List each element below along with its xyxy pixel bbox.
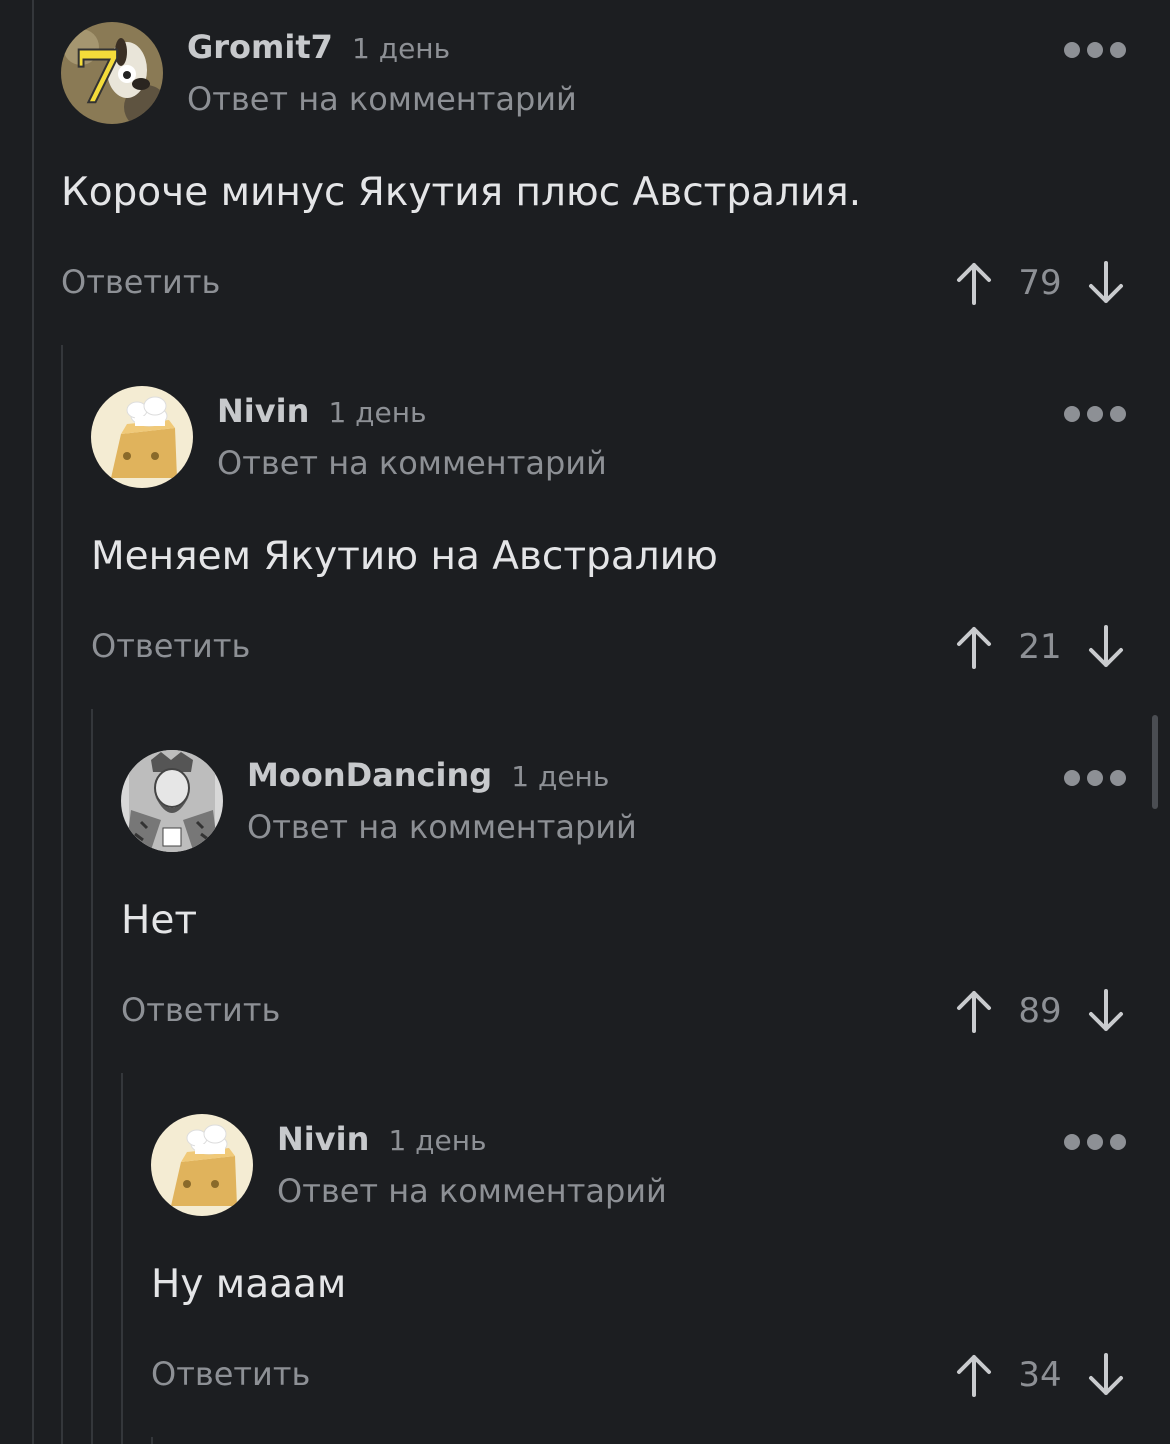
upvote-arrow-icon[interactable] <box>954 623 994 671</box>
more-options-icon[interactable] <box>1064 42 1126 58</box>
avatar[interactable] <box>151 1114 253 1216</box>
timestamp: 1 день <box>511 760 610 793</box>
vote-score: 89 <box>1018 991 1062 1031</box>
vote-controls: 21 <box>954 623 1126 671</box>
cheese-chef-avatar-icon <box>151 1114 253 1216</box>
reply-to-link[interactable]: Ответ на комментарий <box>217 444 607 482</box>
reply-button[interactable]: Ответить <box>121 991 280 1029</box>
reply-to-link[interactable]: Ответ на комментарий <box>277 1172 667 1210</box>
upvote-arrow-icon[interactable] <box>954 1351 994 1399</box>
downvote-arrow-icon[interactable] <box>1086 259 1126 307</box>
vote-score: 21 <box>1018 627 1062 667</box>
thread-line <box>91 709 93 1444</box>
thread-line <box>61 345 63 1444</box>
more-options-icon[interactable] <box>1064 1134 1126 1150</box>
upvote-arrow-icon[interactable] <box>954 987 994 1035</box>
avatar[interactable] <box>121 750 223 852</box>
comment: MoonDancing 1 день Ответ на комментарий … <box>121 750 1126 1037</box>
downvote-arrow-icon[interactable] <box>1086 1351 1126 1399</box>
svg-text:7: 7 <box>73 34 123 119</box>
dog-avatar-icon: 7 <box>61 22 163 124</box>
vote-score: 79 <box>1018 263 1062 303</box>
comment: 7 Gromit7 1 день Ответ на комментарий Ко… <box>61 22 1126 309</box>
reply-button[interactable]: Ответить <box>61 263 220 301</box>
comment-text: Короче минус Якутия плюс Австралия. <box>61 170 862 215</box>
playing-card-king-avatar-icon <box>121 750 223 852</box>
thread-line <box>121 1073 123 1444</box>
vote-controls: 34 <box>954 1351 1126 1399</box>
comment-text: Меняем Якутию на Австралию <box>91 534 718 579</box>
reply-button[interactable]: Ответить <box>151 1355 310 1393</box>
more-options-icon[interactable] <box>1064 770 1126 786</box>
reply-to-link[interactable]: Ответ на комментарий <box>187 80 577 118</box>
scrollbar-thumb[interactable] <box>1152 715 1158 809</box>
thread-line <box>32 0 34 1444</box>
timestamp: 1 день <box>328 396 427 429</box>
author-name[interactable]: Nivin <box>277 1120 369 1158</box>
timestamp: 1 день <box>352 32 451 65</box>
more-options-icon[interactable] <box>1064 406 1126 422</box>
comment-text: Ну мааам <box>151 1262 347 1307</box>
downvote-arrow-icon[interactable] <box>1086 623 1126 671</box>
vote-controls: 79 <box>954 259 1126 307</box>
upvote-arrow-icon[interactable] <box>954 259 994 307</box>
author-name[interactable]: Nivin <box>217 392 309 430</box>
thread-line <box>151 1437 153 1444</box>
timestamp: 1 день <box>388 1124 487 1157</box>
avatar[interactable] <box>91 386 193 488</box>
author-name[interactable]: Gromit7 <box>187 28 333 66</box>
avatar[interactable]: 7 <box>61 22 163 124</box>
vote-controls: 89 <box>954 987 1126 1035</box>
comment: Nivin 1 день Ответ на комментарий Ну маа… <box>151 1114 1126 1401</box>
reply-to-link[interactable]: Ответ на комментарий <box>247 808 637 846</box>
author-name[interactable]: MoonDancing <box>247 756 492 794</box>
cheese-chef-avatar-icon <box>91 386 193 488</box>
downvote-arrow-icon[interactable] <box>1086 987 1126 1035</box>
comment-text: Нет <box>121 898 198 943</box>
vote-score: 34 <box>1018 1355 1062 1395</box>
comment: Nivin 1 день Ответ на комментарий Меняем… <box>91 386 1126 673</box>
reply-button[interactable]: Ответить <box>91 627 250 665</box>
